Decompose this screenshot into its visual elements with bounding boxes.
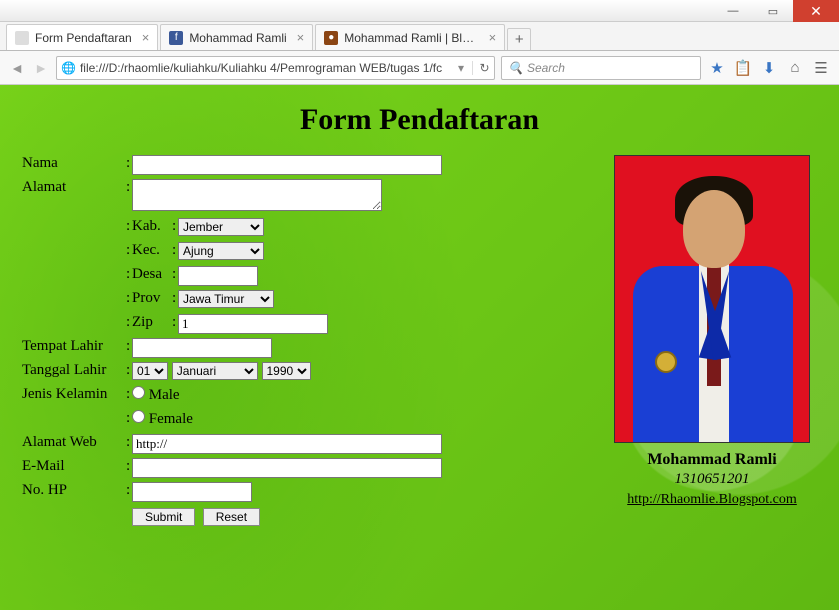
tgl-day-select[interactable]: 01 — [132, 362, 168, 380]
tab-label: Mohammad Ramli — [189, 31, 286, 45]
page-favicon-icon — [15, 31, 29, 45]
window-titlebar: — ▭ ✕ — [0, 0, 839, 22]
nohp-input[interactable] — [132, 482, 252, 502]
label-email: E-Mail — [22, 458, 126, 475]
tgl-month-select[interactable]: Januari — [172, 362, 258, 380]
label-nama: Nama — [22, 155, 126, 172]
label-kab: Kab. — [132, 218, 172, 235]
tab-label: Form Pendaftaran — [35, 31, 132, 45]
nama-input[interactable] — [132, 155, 442, 175]
profile-sidebar: Mohammad Ramli 1310651201 http://Rhaomli… — [607, 155, 817, 526]
close-button[interactable]: ✕ — [793, 0, 839, 22]
label-alamat-web: Alamat Web — [22, 434, 126, 451]
gender-female-radio[interactable] — [132, 410, 145, 423]
label-tanggal-lahir: Tanggal Lahir — [22, 362, 126, 379]
tab-label: Mohammad Ramli | Blog A... — [344, 31, 478, 45]
bookmark-star-icon[interactable]: ★ — [707, 58, 727, 78]
browser-toolbar: ◄ ► 🌐 file:///D:/rhaomlie/kuliahku/Kulia… — [0, 51, 839, 85]
clipboard-icon[interactable]: 📋 — [733, 58, 753, 78]
tab-form-pendaftaran[interactable]: Form Pendaftaran × — [6, 24, 158, 50]
registration-form: Nama : Alamat : : Kab.: Jember : Kec.: A… — [22, 155, 577, 526]
back-button[interactable]: ◄ — [8, 59, 26, 77]
address-bar[interactable]: 🌐 file:///D:/rhaomlie/kuliahku/Kuliahku … — [56, 56, 495, 80]
profile-name: Mohammad Ramli — [607, 451, 817, 469]
label-male: Male — [149, 387, 180, 403]
email-input[interactable] — [132, 458, 442, 478]
close-tab-icon[interactable]: × — [489, 30, 497, 45]
label-female: Female — [149, 411, 193, 427]
url-text: file:///D:/rhaomlie/kuliahku/Kuliahku 4/… — [80, 61, 454, 75]
download-icon[interactable]: ⬇ — [759, 58, 779, 78]
label-nohp: No. HP — [22, 482, 126, 499]
page-title: Form Pendaftaran — [22, 103, 817, 137]
forward-button[interactable]: ► — [32, 59, 50, 77]
kab-select[interactable]: Jember — [178, 218, 264, 236]
zip-input[interactable] — [178, 314, 328, 334]
label-kec: Kec. — [132, 242, 172, 259]
tab-facebook[interactable]: f Mohammad Ramli × — [160, 24, 313, 50]
page-content: Form Pendaftaran Nama : Alamat : : Kab.:… — [0, 85, 839, 610]
search-placeholder: Search — [527, 61, 565, 75]
minimize-button[interactable]: — — [713, 0, 753, 22]
maximize-button[interactable]: ▭ — [753, 0, 793, 22]
site-identity-icon: 🌐 — [61, 61, 76, 75]
blog-favicon-icon: ● — [324, 31, 338, 45]
tempat-lahir-input[interactable] — [132, 338, 272, 358]
dropdown-history-icon[interactable]: ▾ — [458, 61, 464, 75]
label-alamat: Alamat — [22, 179, 126, 196]
label-prov: Prov — [132, 290, 172, 307]
label-zip: Zip — [132, 314, 172, 331]
profile-link[interactable]: http://Rhaomlie.Blogspot.com — [607, 492, 817, 508]
desa-input[interactable] — [178, 266, 258, 286]
menu-icon[interactable]: ☰ — [811, 58, 831, 78]
prov-select[interactable]: Jawa Timur — [178, 290, 274, 308]
home-icon[interactable]: ⌂ — [785, 58, 805, 78]
profile-nim: 1310651201 — [607, 471, 817, 488]
profile-photo — [614, 155, 810, 443]
label-tempat-lahir: Tempat Lahir — [22, 338, 126, 355]
label-jenis-kelamin: Jenis Kelamin — [22, 386, 126, 403]
browser-tabs: Form Pendaftaran × f Mohammad Ramli × ● … — [0, 22, 839, 51]
close-tab-icon[interactable]: × — [297, 30, 305, 45]
reset-button[interactable] — [203, 508, 260, 526]
alamat-textarea[interactable] — [132, 179, 382, 211]
search-icon: 🔍 — [508, 61, 523, 75]
label-desa: Desa — [132, 266, 172, 283]
alamat-web-input[interactable] — [132, 434, 442, 454]
new-tab-button[interactable]: + — [507, 28, 531, 50]
reload-icon[interactable]: ↻ — [472, 61, 490, 75]
facebook-favicon-icon: f — [169, 31, 183, 45]
gender-male-radio[interactable] — [132, 386, 145, 399]
search-box[interactable]: 🔍 Search — [501, 56, 701, 80]
close-tab-icon[interactable]: × — [142, 30, 150, 45]
tgl-year-select[interactable]: 1990 — [262, 362, 311, 380]
submit-button[interactable] — [132, 508, 195, 526]
tab-blog[interactable]: ● Mohammad Ramli | Blog A... × — [315, 24, 505, 50]
kec-select[interactable]: Ajung — [178, 242, 264, 260]
